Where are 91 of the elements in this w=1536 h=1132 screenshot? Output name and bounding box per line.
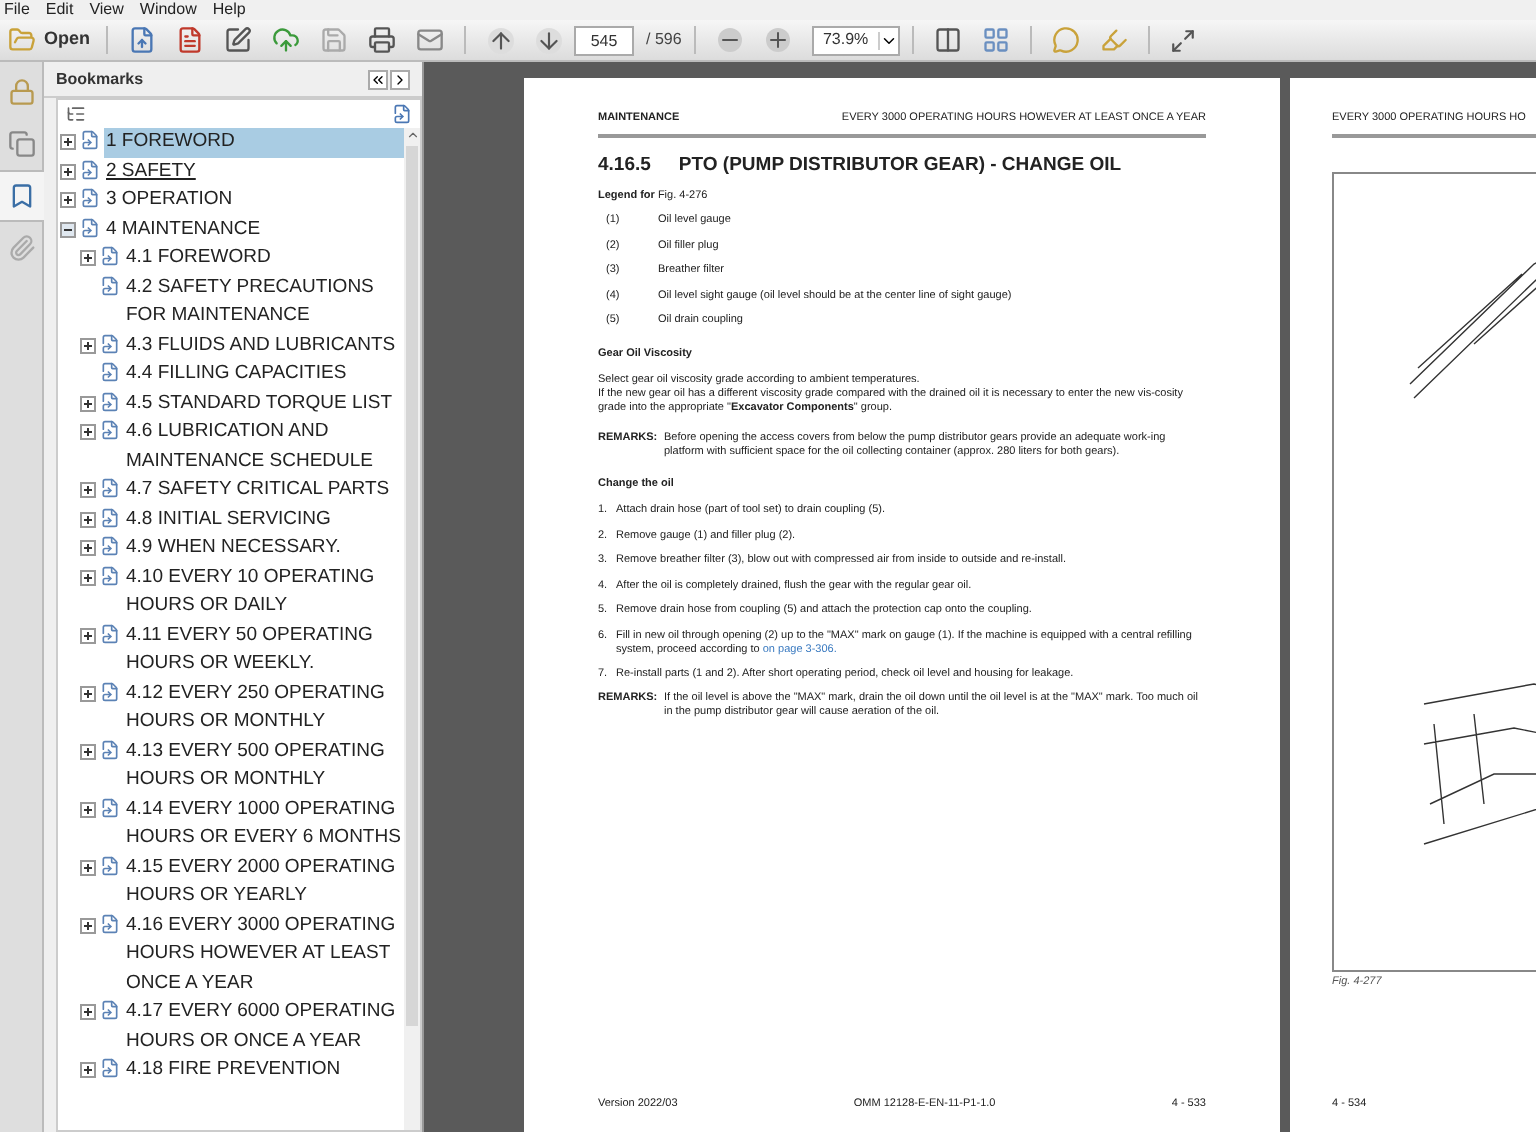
bookmark-item[interactable]: 4 MAINTENANCE <box>104 215 263 244</box>
menu-item[interactable]: Help <box>212 0 246 20</box>
menu-item[interactable]: View <box>89 0 124 20</box>
expand-icon[interactable] <box>80 917 96 933</box>
bookmark-item[interactable]: 4.8 INITIAL SERVICING <box>124 505 333 534</box>
bookmark-item[interactable]: 4.9 WHEN NECESSARY. <box>124 534 343 563</box>
bookmark-item[interactable]: 4.6 LUBRICATION AND MAINTENANCE SCHEDULE <box>124 418 404 476</box>
expand-icon[interactable] <box>80 1004 96 1020</box>
expand-icon[interactable] <box>80 424 96 440</box>
folder-icon <box>8 26 36 54</box>
bookmark-page-icon <box>100 797 120 817</box>
expand-icon[interactable] <box>60 134 76 150</box>
bookmark-page-icon <box>80 159 100 179</box>
page-total: / 596 <box>646 28 682 52</box>
bookmark-page-icon <box>100 478 120 498</box>
open-button[interactable]: Open <box>4 22 95 58</box>
bookmark-page-icon <box>100 246 120 266</box>
bookmark-page-icon <box>80 188 100 208</box>
bookmark-icon <box>8 182 36 210</box>
expand-icon[interactable] <box>80 569 96 585</box>
bookmark-item[interactable]: 4.3 FLUIDS AND LUBRICANTS <box>124 331 398 360</box>
bookmark-page-icon <box>100 913 120 933</box>
expand-icon[interactable] <box>80 801 96 817</box>
bookmark-page-icon <box>100 391 120 411</box>
bookmark-page-icon <box>80 130 100 150</box>
menu-item[interactable]: File <box>4 0 30 20</box>
bookmark-item[interactable]: 4.13 EVERY 500 OPERATING HOURS OR MONTHLY <box>124 737 404 795</box>
section-number: 4.16.5 <box>598 154 651 178</box>
bookmark-page-icon <box>100 1000 120 1020</box>
expand-icon[interactable] <box>80 482 96 498</box>
bookmark-item[interactable]: 4.14 EVERY 1000 OPERATING HOURS OR EVERY 6 MONTHS <box>124 795 404 853</box>
bookmark-item[interactable]: 4.10 EVERY 10 OPERATING HOURS OR DAILY <box>124 563 404 621</box>
bookmark-item[interactable]: 4.17 EVERY 6000 OPERATING HOURS OR ONCE A YEAR <box>124 998 404 1056</box>
bookmark-page-icon <box>100 681 120 701</box>
expand-icon[interactable] <box>80 627 96 643</box>
bookmark-page-icon <box>100 739 120 759</box>
bookmark-page-icon <box>100 536 120 556</box>
expand-icon[interactable] <box>80 337 96 353</box>
bookmark-page-icon <box>100 855 120 875</box>
bookmark-item[interactable]: 4.15 EVERY 2000 OPERATING HOURS OR YEARLY <box>124 853 404 911</box>
collapse-panel-button[interactable] <box>368 69 388 89</box>
expand-icon[interactable] <box>80 685 96 701</box>
bookmark-page-icon <box>100 275 120 295</box>
scrollbar[interactable] <box>404 128 420 1130</box>
bookmark-page-icon <box>100 623 120 643</box>
bookmark-item[interactable]: 1 FOREWORD <box>104 128 404 157</box>
bookmark-item[interactable]: 4.18 FIRE PREVENTION <box>124 1056 343 1085</box>
side-tab[interactable] <box>0 170 44 222</box>
chevron-right-icon <box>392 71 408 87</box>
expand-icon[interactable] <box>80 250 96 266</box>
bookmark-item[interactable]: 4.4 FILLING CAPACITIES <box>124 360 349 389</box>
bookmark-item[interactable]: 3 OPERATION <box>104 186 235 215</box>
expand-icon[interactable] <box>80 743 96 759</box>
expand-icon[interactable] <box>60 163 76 179</box>
bookmark-item[interactable]: 4.11 EVERY 50 OPERATING HOURS OR WEEKLY. <box>124 621 404 679</box>
menu-item[interactable]: Edit <box>45 0 74 20</box>
lock-icon <box>8 78 36 106</box>
expand-icon[interactable] <box>80 1062 96 1078</box>
expand-icon[interactable] <box>80 511 96 527</box>
bookmark-item[interactable]: 4.12 EVERY 250 OPERATING HOURS OR MONTHLY <box>124 679 404 737</box>
expand-icon[interactable] <box>80 540 96 556</box>
expand-icon[interactable] <box>80 859 96 875</box>
bookmark-page-icon <box>80 217 100 237</box>
bookmark-item[interactable]: 4.5 STANDARD TORQUE LIST <box>124 389 395 418</box>
panel-title: Bookmarks <box>56 67 146 91</box>
bookmark-page-icon <box>100 333 120 353</box>
scroll-up-icon[interactable] <box>405 128 419 142</box>
double-chevron-left-icon <box>370 71 386 87</box>
paperclip-icon <box>8 234 36 262</box>
expand-icon[interactable] <box>80 395 96 411</box>
bookmark-properties-icon[interactable] <box>392 104 412 124</box>
menu-item[interactable]: Window <box>139 0 197 20</box>
bookmark-item[interactable]: 4.2 SAFETY PRECAUTIONS FOR MAINTENANCE <box>124 273 404 331</box>
section-title: PTO (PUMP DISTRIBUTOR GEAR) - CHANGE OIL <box>678 154 1122 178</box>
bookmark-page-icon <box>100 565 120 585</box>
bookmark-page-icon <box>100 362 120 382</box>
page-number-field[interactable]: 545 <box>574 25 635 55</box>
expand-icon[interactable] <box>60 192 76 208</box>
bookmark-item[interactable]: 4.7 SAFETY CRITICAL PARTS <box>124 476 392 505</box>
collapse-icon[interactable] <box>60 221 76 237</box>
bookmark-page-icon <box>100 507 120 527</box>
zoom-field[interactable]: 73.9% <box>811 25 900 55</box>
bookmark-item[interactable]: 4.1 FOREWORD <box>124 244 273 273</box>
bookmark-page-icon <box>100 1058 120 1078</box>
expand-panel-button[interactable] <box>390 69 410 89</box>
options-icon[interactable] <box>66 104 86 124</box>
bookmark-item[interactable]: 4.16 EVERY 3000 OPERATING HOURS HOWEVER AT LEAST ONCE A YEAR <box>124 911 404 998</box>
bookmark-item[interactable]: 2 SAFETY <box>104 157 198 186</box>
pages-icon <box>8 130 36 158</box>
bookmark-page-icon <box>100 420 120 440</box>
dropdown-icon <box>877 31 898 49</box>
